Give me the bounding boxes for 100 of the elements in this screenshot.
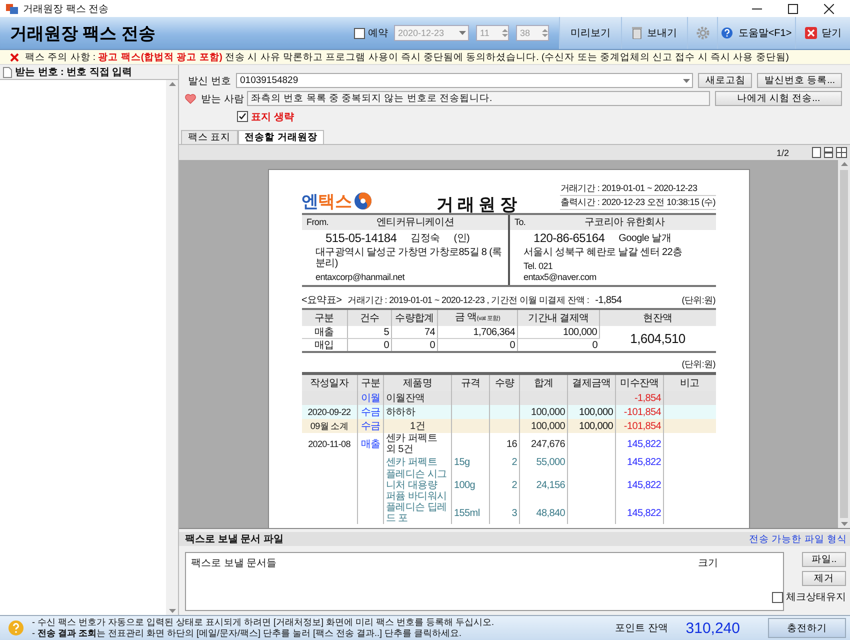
preview-button[interactable]: 미리보기	[559, 17, 621, 49]
warning-x-icon	[10, 52, 19, 62]
page-indicator: 1/2	[776, 148, 789, 158]
table-cell: 145,822	[616, 433, 664, 455]
single-page-icon[interactable]	[812, 147, 821, 158]
file-list[interactable]: 팩스로 보낼 문서들 크기	[185, 552, 784, 611]
table-cell: 매출	[358, 433, 384, 455]
send-button[interactable]: 보내기	[621, 17, 687, 49]
table-cell: 수금	[358, 405, 384, 419]
table-cell: 0	[392, 338, 438, 352]
table-cell: 100,000	[568, 419, 616, 433]
omit-cover-checkbox[interactable]: 표지 생략	[237, 110, 294, 124]
table-cell: -101,854	[616, 419, 664, 433]
column-header: 수량	[490, 374, 520, 391]
dropdown-arrow-icon[interactable]	[683, 78, 690, 82]
sender-number-field[interactable]: 01039154829	[236, 73, 694, 88]
reserve-checkbox[interactable]: 예약	[354, 26, 388, 40]
table-cell: 2	[490, 455, 520, 469]
scroll-down-arrow-icon[interactable]	[840, 522, 848, 526]
settings-button[interactable]	[687, 17, 717, 49]
scrollbar[interactable]	[166, 80, 178, 615]
table-cell: 매출	[302, 326, 348, 338]
file-button[interactable]: 제거	[802, 571, 846, 586]
close-icon	[804, 27, 816, 39]
table-cell: 0	[438, 338, 518, 352]
column-header: 현잔액	[600, 309, 716, 326]
scroll-up-arrow-icon[interactable]	[840, 162, 848, 166]
grid-view-icon[interactable]	[836, 147, 847, 158]
seal-mark: (인)	[454, 233, 470, 244]
table-cell: 100,000	[568, 405, 616, 419]
table-cell: 3	[490, 502, 520, 524]
registration-number: 120-86-65164	[534, 233, 605, 244]
summary-title: <요약표>	[302, 295, 342, 306]
spinner-arrows-icon[interactable]	[542, 28, 548, 38]
file-button[interactable]: 파일..	[802, 552, 846, 567]
table-cell: 이월	[358, 391, 384, 405]
file-formats-link[interactable]: 전송 가능한 파일 형식	[749, 532, 847, 546]
table-cell: 74	[392, 326, 438, 338]
table-cell	[664, 419, 716, 433]
table-cell: 100,000	[520, 419, 568, 433]
column-header: 건수	[348, 309, 392, 326]
column-header: 규격	[452, 374, 490, 391]
table-cell: -1,854	[616, 391, 664, 405]
panel-title: 받는 번호 : 번호 직접 입력	[15, 66, 132, 79]
spinner-arrows-icon[interactable]	[502, 28, 508, 38]
tab[interactable]: 전송할 거래원장	[238, 130, 324, 144]
email-text: entax5@naver.com	[524, 272, 598, 283]
column-header: 팩스로 보낼 문서들	[191, 557, 278, 570]
table-cell: 55,000	[520, 455, 568, 469]
app-icon	[6, 2, 18, 14]
table-cell: 09월 소계	[302, 419, 358, 433]
table-cell: 155ml	[452, 502, 490, 524]
help-icon	[8, 620, 24, 636]
table-cell: 플레디슨 시그니처 대용량 퍼퓸 바디워시	[384, 469, 452, 502]
recipient-field[interactable]: 좌측의 번호 목록 중 중복되지 않는 번호로 전송됩니다.	[247, 91, 710, 106]
scrollbar[interactable]	[838, 160, 850, 528]
period-text: 거래기간 : 2019-01-01 ~ 2020-12-23	[560, 182, 716, 196]
table-cell: 145,822	[616, 469, 664, 502]
company-name: 구코리아 유한회사	[584, 217, 665, 228]
sender-button[interactable]: 새로고침	[698, 73, 752, 88]
hint-text: - 전송 결과 조회는 전표관리 화면 하단의 [메일/문자/팩스] 단추를 눌러 [팩스 전송 결과..] 단추를 클릭하세요.	[32, 628, 463, 639]
column-header: 미수잔액	[616, 374, 664, 391]
close-button[interactable]: 닫기	[795, 17, 850, 49]
table-cell: 16	[490, 433, 520, 455]
table-cell: 플레디슨 딥레드 포	[384, 502, 452, 524]
hint-text: - 수신 팩스 번호가 자동으로 입력된 상태로 표시되게 하려면 [거래처정보] 화면에 미리 팩스 번호를 등록해 두십시오.	[32, 617, 496, 628]
charge-button[interactable]: 충전하기	[768, 618, 846, 638]
column-header: 결제금액	[568, 374, 616, 391]
balance-cell: 1,604,510	[600, 326, 716, 352]
sender-button[interactable]: 발신번호 등록...	[757, 73, 842, 88]
points-balance: 310,240	[686, 620, 740, 636]
column-header: 구분	[302, 309, 348, 326]
help-button[interactable]: 도움말<F1>	[717, 17, 795, 49]
table-cell: 2020-09-22	[302, 405, 358, 419]
party-label: From.	[306, 217, 330, 228]
dropdown-arrow-icon[interactable]	[459, 31, 466, 35]
table-cell: 센카 퍼펙트	[384, 455, 452, 469]
two-page-icon[interactable]	[824, 147, 833, 158]
address-text: 대구광역시 달성군 가창면 가창로85길 8 (록분리)	[314, 247, 503, 269]
scroll-up-arrow-icon[interactable]	[168, 82, 176, 86]
table-cell: 센카 퍼펙트 외 5건	[384, 433, 452, 455]
help-icon	[721, 27, 734, 39]
table-cell: 매입	[302, 338, 348, 352]
representative-name: Google 날개	[618, 233, 671, 244]
summary-period: 거래기간 : 2019-01-01 ~ 2020-12-23 , 기간전 이월 미결제 잔액 :	[348, 295, 590, 306]
test-send-button[interactable]: 나에게 시험 전송...	[715, 91, 842, 106]
table-cell	[664, 391, 716, 405]
maximize-icon[interactable]	[788, 4, 798, 14]
email-text: entaxcorp@hanmail.net	[316, 272, 406, 283]
table-cell: 수금	[358, 419, 384, 433]
recipient-label: 받는 사람	[201, 92, 242, 106]
table-cell: 0	[518, 338, 600, 352]
close-icon[interactable]	[824, 4, 834, 14]
scroll-down-arrow-icon[interactable]	[168, 609, 176, 613]
section-title: 팩스로 보낼 문서 파일	[185, 533, 284, 546]
notice-text: 팩스 주의 사항 : 광고 팩스(합법적 광고 포함) 전송 시 사유 막론하고 프로그램 사용이 즉시 중단됨에 동의하셨습니다. (수신자 또는 중계업체의 신고 접수 시 즉시 사용 중단됨)	[25, 50, 789, 64]
tab[interactable]: 팩스 표지	[181, 130, 238, 144]
phone-text: Tel. 021	[524, 261, 554, 272]
table-cell: 2	[490, 469, 520, 502]
table-cell: 247,676	[520, 433, 568, 455]
